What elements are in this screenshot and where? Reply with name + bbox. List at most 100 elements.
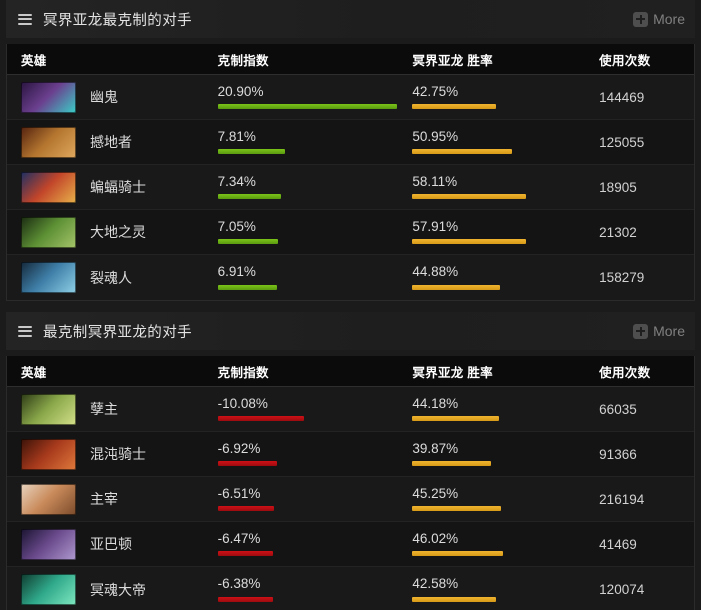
table-row[interactable]: 孽主 -10.08% 44.18% 66035 (7, 387, 694, 432)
hero-portrait-icon (21, 438, 76, 470)
winrate-cell: 45.25% (403, 477, 590, 522)
column-header-winrate[interactable]: 冥界亚龙 胜率 (403, 362, 590, 381)
counter-index-cell: -6.38% (211, 567, 404, 610)
hero-cell[interactable]: 孽主 (7, 387, 211, 432)
column-header-games[interactable]: 使用次数 (590, 50, 694, 69)
column-header-hero[interactable]: 英雄 (7, 50, 211, 69)
games-cell: 18905 (590, 165, 694, 210)
section-title: 最克制冥界亚龙的对手 (43, 324, 192, 341)
games-value: 41469 (599, 536, 637, 552)
hero-cell[interactable]: 亚巴顿 (7, 522, 211, 567)
hamburger-icon[interactable] (18, 325, 32, 337)
winrate-bar (412, 596, 496, 602)
counter-index-cell: 7.05% (211, 210, 404, 255)
column-header-index[interactable]: 克制指数 (211, 362, 404, 381)
stats-table: 英雄 克制指数 冥界亚龙 胜率 使用次数孽主 -10.08% 44.18% 66035 混沌骑… (6, 356, 695, 610)
winrate-value: 44.88% (412, 264, 459, 280)
counter-index-cell: 7.81% (211, 120, 404, 165)
counter-index-value: -6.47% (217, 530, 261, 546)
sections-container: 冥界亚龙最克制的对手 More 英雄 克制指数 冥界亚龙 胜率 使用次数 幽鬼 20.90% 4… (0, 0, 701, 610)
column-header-hero[interactable]: 英雄 (7, 362, 211, 381)
games-cell: 158279 (590, 255, 694, 300)
winrate-cell: 42.75% (403, 75, 590, 120)
hero-name: 主宰 (90, 491, 118, 507)
games-cell: 216194 (590, 477, 694, 522)
hero-name: 裂魂人 (90, 269, 132, 286)
table-row[interactable]: 撼地者 7.81% 50.95% 125055 (7, 120, 694, 165)
games-value: 91366 (599, 446, 637, 462)
counter-index-cell: 20.90% (211, 75, 404, 120)
hero-portrait-icon (21, 216, 76, 248)
counter-index-value: 7.34% (217, 173, 256, 189)
counter-index-bar (217, 506, 274, 512)
section-worst-matchups: 冥界亚龙最克制的对手 More 英雄 克制指数 冥界亚龙 胜率 使用次数 幽鬼 20.90% 4… (0, 0, 701, 301)
counter-index-value: 7.05% (217, 218, 256, 234)
more-button[interactable]: More (633, 323, 685, 339)
winrate-value: 58.11% (412, 173, 458, 189)
table-row[interactable]: 亚巴顿 -6.47% 46.02% 41469 (7, 522, 694, 567)
games-cell: 144469 (590, 75, 694, 120)
winrate-cell: 42.58% (403, 567, 590, 610)
table-row[interactable]: 蝙蝠骑士 7.34% 58.11% 18905 (7, 165, 694, 210)
counter-index-cell: -10.08% (211, 387, 404, 432)
hero-portrait-icon (21, 171, 76, 203)
winrate-value: 44.18% (412, 395, 459, 411)
hero-name: 大地之灵 (90, 224, 146, 240)
hero-portrait-icon (21, 262, 76, 293)
counter-index-bar (217, 461, 278, 467)
games-cell: 41469 (590, 522, 694, 567)
winrate-value: 45.25% (412, 485, 459, 501)
games-value: 120074 (599, 582, 645, 597)
column-header-winrate[interactable]: 冥界亚龙 胜率 (403, 50, 590, 69)
table-row[interactable]: 裂魂人 6.91% 44.88% 158279 (7, 255, 694, 300)
counter-index-cell: 6.91% (211, 255, 404, 300)
winrate-bar (412, 506, 502, 512)
hero-name: 冥魂大帝 (90, 581, 146, 598)
column-header-games[interactable]: 使用次数 (590, 362, 694, 381)
games-cell: 21302 (590, 210, 694, 255)
winrate-cell: 46.02% (403, 522, 590, 567)
hero-portrait-icon (21, 574, 76, 605)
hero-cell[interactable]: 大地之灵 (7, 210, 211, 255)
table-row[interactable]: 主宰 -6.51% 45.25% 216194 (7, 477, 694, 522)
table-row[interactable]: 冥魂大帝 -6.38% 42.58% 120074 (7, 567, 694, 610)
hero-cell[interactable]: 蝙蝠骑士 (7, 165, 211, 210)
table-header-row: 英雄 克制指数 冥界亚龙 胜率 使用次数 (7, 44, 694, 75)
hero-cell[interactable]: 冥魂大帝 (7, 567, 211, 610)
games-value: 66035 (599, 401, 637, 417)
games-value: 125055 (599, 134, 645, 150)
section-title: 冥界亚龙最克制的对手 (43, 12, 192, 29)
column-header-index[interactable]: 克制指数 (211, 50, 404, 69)
hero-name: 蝙蝠骑士 (90, 179, 146, 195)
hero-cell[interactable]: 撼地者 (7, 120, 211, 165)
counter-index-value: -6.38% (217, 576, 261, 592)
hero-portrait-icon (21, 81, 76, 113)
counter-index-value: 7.81% (217, 128, 256, 144)
more-label: More (653, 323, 685, 339)
hero-name: 撼地者 (90, 134, 132, 150)
table-row[interactable]: 大地之灵 7.05% 57.91% 21302 (7, 210, 694, 255)
games-cell: 125055 (590, 120, 694, 165)
winrate-bar (412, 284, 501, 290)
games-cell: 91366 (590, 432, 694, 477)
hero-cell[interactable]: 幽鬼 (7, 75, 211, 120)
hamburger-icon[interactable] (18, 13, 32, 25)
games-value: 216194 (599, 491, 645, 507)
games-value: 158279 (599, 270, 645, 285)
hero-name: 幽鬼 (90, 89, 118, 105)
table-row[interactable]: 幽鬼 20.90% 42.75% 144469 (7, 75, 694, 120)
hero-portrait-icon (21, 528, 76, 560)
winrate-cell: 50.95% (403, 120, 590, 165)
more-button[interactable]: More (633, 11, 685, 27)
winrate-bar (412, 194, 527, 200)
hero-cell[interactable]: 裂魂人 (7, 255, 211, 300)
counter-index-value: -6.92% (217, 440, 261, 456)
counter-index-bar (217, 284, 278, 290)
hero-name: 孽主 (90, 401, 118, 417)
table-row[interactable]: 混沌骑士 -6.92% 39.87% 91366 (7, 432, 694, 477)
games-cell: 66035 (590, 387, 694, 432)
hero-cell[interactable]: 主宰 (7, 477, 211, 522)
counter-index-bar (217, 149, 285, 155)
counter-index-cell: -6.47% (211, 522, 404, 567)
hero-cell[interactable]: 混沌骑士 (7, 432, 211, 477)
